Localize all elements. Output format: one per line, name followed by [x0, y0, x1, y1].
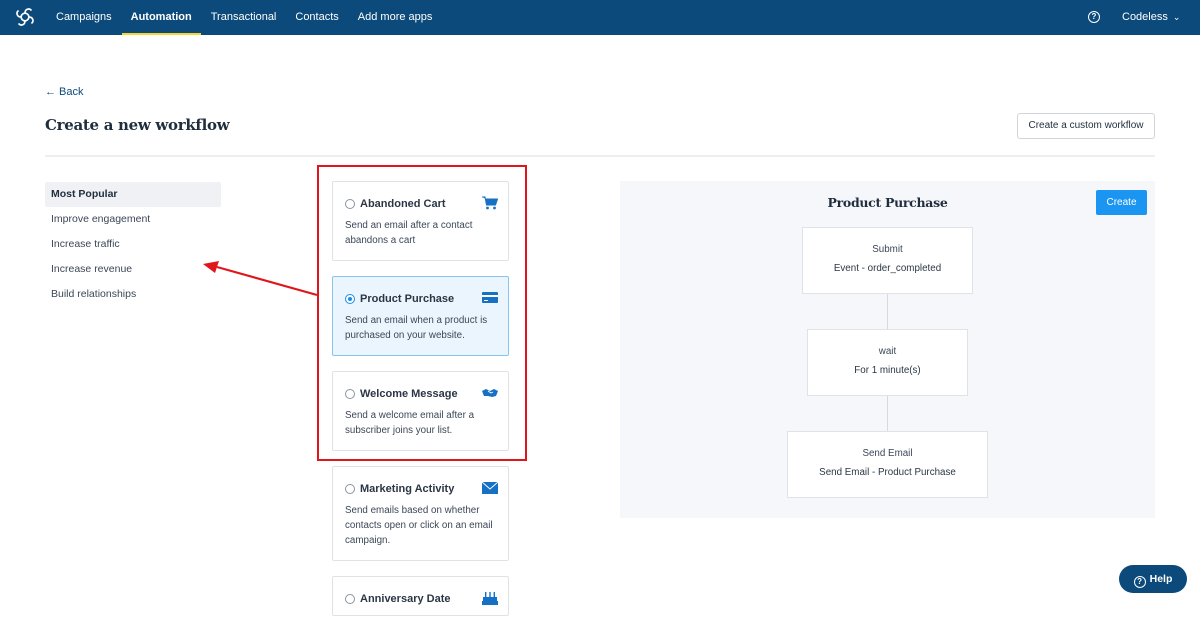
create-button[interactable]: Create	[1096, 190, 1147, 215]
workflow-card-marketing-activity[interactable]: Marketing Activity Send emails based on …	[332, 466, 509, 561]
chevron-down-icon: ⌄	[1172, 12, 1181, 22]
account-name: Codeless	[1122, 11, 1168, 23]
step-connector	[887, 294, 888, 329]
header-divider	[45, 155, 1155, 157]
step-detail: Event - order_completed	[833, 263, 942, 274]
help-label: Help	[1149, 573, 1173, 585]
handshake-icon	[482, 389, 498, 397]
top-navigation-bar: Campaigns Automation Transactional Conta…	[0, 0, 1200, 35]
card-description: Send an email when a product is purchase…	[345, 315, 488, 341]
nav-automation[interactable]: Automation	[121, 0, 201, 35]
workflow-step-submit: Submit Event - order_completed	[802, 227, 973, 294]
question-circle-icon: ?	[1133, 576, 1146, 588]
radio-abandoned-cart[interactable]	[345, 199, 355, 209]
radio-product-purchase[interactable]	[345, 294, 355, 304]
step-detail: Send Email - Product Purchase	[819, 467, 956, 478]
main-nav: Campaigns Automation Transactional Conta…	[47, 0, 442, 35]
card-title: Anniversary Date	[360, 593, 451, 605]
nav-contacts[interactable]: Contacts	[286, 0, 347, 35]
step-type: Send Email	[862, 448, 913, 459]
workflow-card-product-purchase[interactable]: Product Purchase Send an email when a pr…	[332, 276, 509, 356]
category-increase-traffic[interactable]: Increase traffic	[45, 232, 221, 257]
card-title: Marketing Activity	[360, 483, 455, 495]
workflow-template-list: Abandoned Cart Send an email after a con…	[332, 181, 509, 631]
step-connector	[887, 396, 888, 431]
credit-card-icon	[482, 292, 498, 303]
step-type: wait	[878, 346, 897, 357]
page-title: Create a new workflow	[45, 116, 230, 134]
step-detail: For 1 minute(s)	[854, 365, 921, 376]
category-most-popular[interactable]: Most Popular	[45, 182, 221, 207]
category-list: Most Popular Improve engagement Increase…	[45, 182, 221, 307]
workflow-step-wait: wait For 1 minute(s)	[807, 329, 968, 396]
category-increase-revenue[interactable]: Increase revenue	[45, 257, 221, 282]
help-button[interactable]: ? Help	[1119, 565, 1187, 593]
question-circle-icon[interactable]: ?	[1088, 11, 1100, 23]
workflow-card-abandoned-cart[interactable]: Abandoned Cart Send an email after a con…	[332, 181, 509, 261]
workflow-step-send-email: Send Email Send Email - Product Purchase	[787, 431, 988, 498]
shopping-cart-icon	[482, 196, 498, 210]
card-title: Product Purchase	[360, 293, 455, 305]
category-improve-engagement[interactable]: Improve engagement	[45, 207, 221, 232]
card-description: Send an email after a contact abandons a…	[345, 220, 473, 246]
workflow-card-anniversary-date[interactable]: Anniversary Date	[332, 576, 509, 616]
radio-marketing-activity[interactable]	[345, 484, 355, 494]
nav-add-more-apps[interactable]: Add more apps	[349, 0, 442, 35]
category-build-relationships[interactable]: Build relationships	[45, 282, 221, 307]
preview-title: Product Purchase	[827, 195, 948, 210]
card-title: Abandoned Cart	[360, 198, 446, 210]
nav-transactional[interactable]: Transactional	[202, 0, 286, 35]
workflow-preview-panel: Product Purchase Create Submit Event - o…	[620, 181, 1155, 518]
envelope-icon	[482, 481, 498, 494]
card-description: Send a welcome email after a subscriber …	[345, 410, 475, 436]
account-menu[interactable]: Codeless ⌄	[1122, 0, 1180, 35]
card-title: Welcome Message	[360, 388, 458, 400]
sendinblue-logo-icon[interactable]	[14, 6, 36, 28]
create-custom-workflow-button[interactable]: Create a custom workflow	[1017, 113, 1155, 139]
step-type: Submit	[872, 244, 903, 255]
workflow-card-welcome-message[interactable]: Welcome Message Send a welcome email aft…	[332, 371, 509, 451]
radio-welcome-message[interactable]	[345, 389, 355, 399]
nav-campaigns[interactable]: Campaigns	[47, 0, 121, 35]
card-description: Send emails based on whether contacts op…	[345, 505, 493, 546]
back-link[interactable]: ← Back	[45, 86, 84, 98]
